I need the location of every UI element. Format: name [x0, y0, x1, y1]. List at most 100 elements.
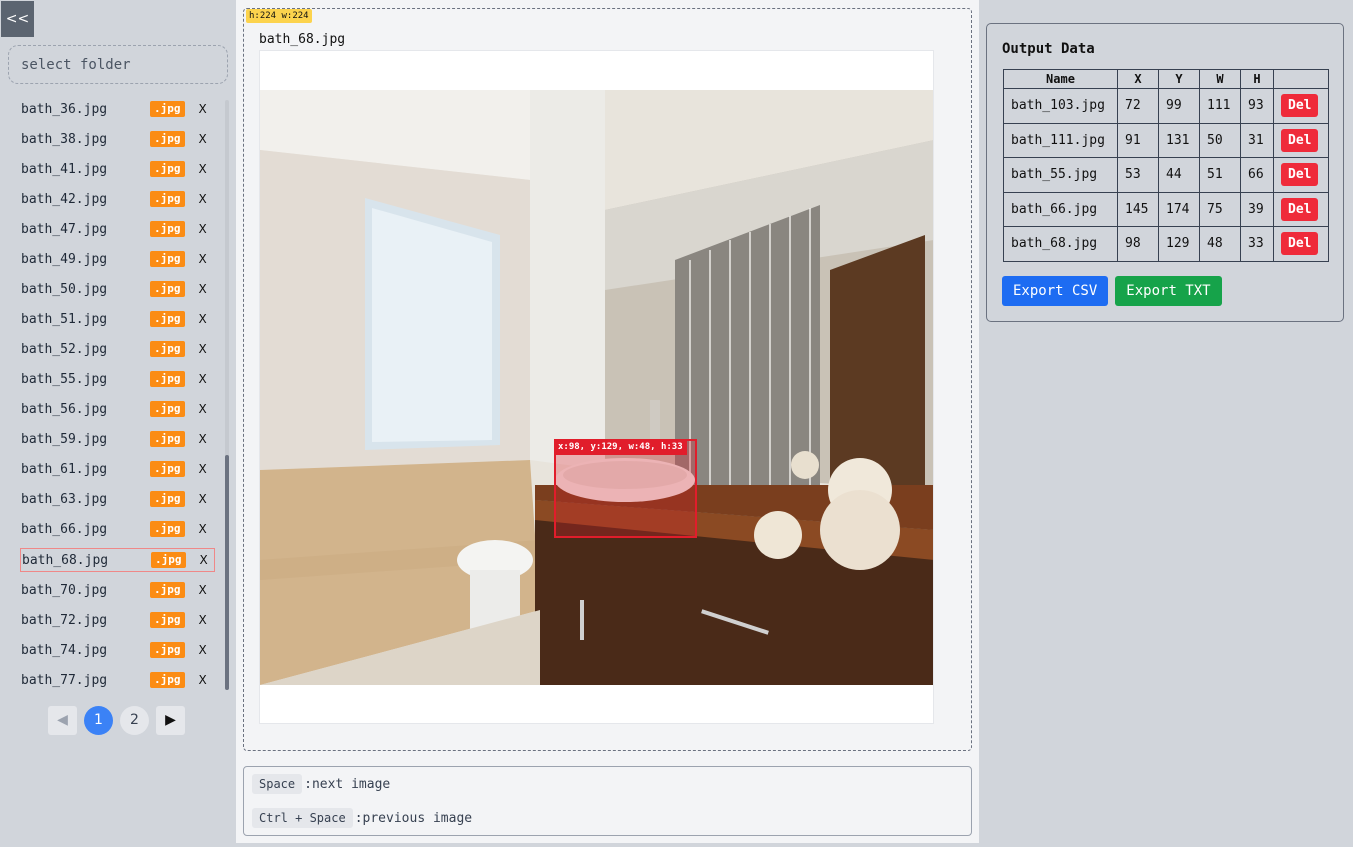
cell-name: bath_111.jpg	[1003, 122, 1118, 158]
delete-row-button[interactable]: Del	[1281, 128, 1319, 152]
delete-row-button[interactable]: Del	[1281, 94, 1319, 118]
file-name: bath_74.jpg	[21, 642, 108, 658]
file-extension-badge: .jpg	[150, 131, 185, 147]
cell-h: 33	[1240, 226, 1274, 262]
file-list-item[interactable]: bath_50.jpg .jpg X	[20, 277, 215, 301]
file-list-item[interactable]: bath_51.jpg .jpg X	[20, 307, 215, 331]
cell-name: bath_55.jpg	[1003, 157, 1118, 193]
file-list-item[interactable]: bath_49.jpg .jpg X	[20, 247, 215, 271]
delete-row-button[interactable]: Del	[1281, 232, 1319, 256]
file-extension-badge: .jpg	[150, 461, 185, 477]
file-list-item[interactable]: bath_42.jpg .jpg X	[20, 187, 215, 211]
remove-file-button[interactable]: X	[199, 432, 207, 446]
delete-row-button[interactable]: Del	[1281, 163, 1319, 187]
file-list-item[interactable]: bath_38.jpg .jpg X	[20, 127, 215, 151]
file-name: bath_56.jpg	[21, 401, 108, 417]
file-list-item-selected[interactable]: bath_68.jpg .jpg X	[20, 548, 215, 572]
file-name: bath_52.jpg	[21, 341, 108, 357]
remove-file-button[interactable]: X	[199, 342, 207, 356]
remove-file-button[interactable]: X	[199, 102, 207, 116]
file-list-item[interactable]: bath_74.jpg .jpg X	[20, 638, 215, 662]
output-data-title: Output Data	[1002, 41, 1095, 57]
file-extension-badge: .jpg	[150, 672, 185, 688]
cell-x: 53	[1117, 157, 1159, 193]
remove-file-button[interactable]: X	[200, 553, 208, 567]
remove-file-button[interactable]: X	[199, 222, 207, 236]
cell-y: 129	[1158, 226, 1200, 262]
cell-action: Del	[1273, 122, 1329, 158]
file-list: bath_36.jpg .jpg X bath_38.jpg .jpg X bath_4…	[20, 95, 215, 695]
file-extension-badge: .jpg	[150, 281, 185, 297]
bounding-box-label: x:98, y:129, w:48, h:33	[554, 439, 687, 455]
remove-file-button[interactable]: X	[199, 372, 207, 386]
file-extension-badge: .jpg	[150, 221, 185, 237]
column-header-name: Name	[1003, 69, 1118, 89]
file-list-item[interactable]: bath_61.jpg .jpg X	[20, 457, 215, 481]
file-name: bath_36.jpg	[21, 101, 108, 117]
file-list-item[interactable]: bath_70.jpg .jpg X	[20, 578, 215, 602]
column-header-w: W	[1199, 69, 1241, 89]
cell-action: Del	[1273, 226, 1329, 262]
file-list-item[interactable]: bath_72.jpg .jpg X	[20, 608, 215, 632]
remove-file-button[interactable]: X	[199, 192, 207, 206]
file-list-item[interactable]: bath_59.jpg .jpg X	[20, 427, 215, 451]
remove-file-button[interactable]: X	[199, 462, 207, 476]
remove-file-button[interactable]: X	[199, 522, 207, 536]
file-name: bath_63.jpg	[21, 491, 108, 507]
remove-file-button[interactable]: X	[199, 613, 207, 627]
collapse-sidebar-button[interactable]: <<	[1, 1, 34, 37]
cell-x: 98	[1117, 226, 1159, 262]
select-folder-input[interactable]	[8, 45, 228, 84]
file-list-item[interactable]: bath_41.jpg .jpg X	[20, 157, 215, 181]
output-data-panel: Output Data Name X Y W H bath_103.jpg 72…	[986, 23, 1344, 322]
next-page-button[interactable]: ▶	[156, 705, 185, 735]
cell-h: 93	[1240, 88, 1274, 124]
delete-row-button[interactable]: Del	[1281, 197, 1319, 221]
file-list-scrollbar[interactable]	[225, 100, 229, 690]
cell-action: Del	[1273, 88, 1329, 124]
remove-file-button[interactable]: X	[199, 282, 207, 296]
remove-file-button[interactable]: X	[199, 643, 207, 657]
table-row: bath_66.jpg 145 174 75 39 Del	[1003, 191, 1329, 227]
file-extension-badge: .jpg	[150, 431, 185, 447]
cell-x: 91	[1117, 122, 1159, 158]
cell-y: 99	[1158, 88, 1200, 124]
export-txt-button[interactable]: Export TXT	[1115, 276, 1222, 306]
file-list-item[interactable]: bath_77.jpg .jpg X	[20, 668, 215, 692]
remove-file-button[interactable]: X	[199, 312, 207, 326]
shortcut-key: Ctrl + Space	[252, 808, 353, 828]
remove-file-button[interactable]: X	[199, 583, 207, 597]
scrollbar-thumb[interactable]	[225, 455, 229, 690]
file-name: bath_38.jpg	[21, 131, 108, 147]
file-list-item[interactable]: bath_52.jpg .jpg X	[20, 337, 215, 361]
file-name: bath_59.jpg	[21, 431, 108, 447]
cell-name: bath_66.jpg	[1003, 191, 1118, 227]
image-canvas[interactable]	[259, 50, 934, 724]
cell-x: 72	[1117, 88, 1159, 124]
remove-file-button[interactable]: X	[199, 673, 207, 687]
cell-w: 111	[1199, 88, 1241, 124]
file-list-item[interactable]: bath_36.jpg .jpg X	[20, 97, 215, 121]
file-list-item[interactable]: bath_63.jpg .jpg X	[20, 487, 215, 511]
file-list-item[interactable]: bath_66.jpg .jpg X	[20, 517, 215, 541]
cell-y: 44	[1158, 157, 1200, 193]
file-name: bath_66.jpg	[21, 521, 108, 537]
page-1-button[interactable]: 1	[84, 705, 113, 735]
image-filename: bath_68.jpg	[259, 32, 346, 47]
bathroom-photo[interactable]	[260, 90, 934, 685]
remove-file-button[interactable]: X	[199, 132, 207, 146]
export-csv-button[interactable]: Export CSV	[1002, 276, 1109, 306]
table-row: bath_111.jpg 91 131 50 31 Del	[1003, 122, 1329, 158]
remove-file-button[interactable]: X	[199, 492, 207, 506]
remove-file-button[interactable]: X	[199, 252, 207, 266]
remove-file-button[interactable]: X	[199, 402, 207, 416]
prev-page-button[interactable]: ◀	[48, 705, 77, 735]
image-dimensions-badge: h:224 w:224	[246, 9, 312, 23]
file-list-item[interactable]: bath_56.jpg .jpg X	[20, 397, 215, 421]
file-list-item[interactable]: bath_55.jpg .jpg X	[20, 367, 215, 391]
cell-w: 50	[1199, 122, 1241, 158]
page-2-button[interactable]: 2	[120, 705, 149, 735]
cell-action: Del	[1273, 191, 1329, 227]
file-list-item[interactable]: bath_47.jpg .jpg X	[20, 217, 215, 241]
remove-file-button[interactable]: X	[199, 162, 207, 176]
